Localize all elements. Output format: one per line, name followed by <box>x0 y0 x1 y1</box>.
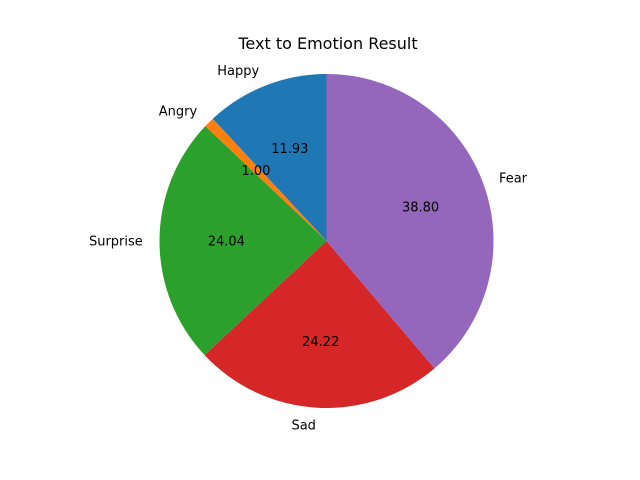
slice-label: Surprise <box>89 234 143 249</box>
chart-title: Text to Emotion Result <box>237 34 417 53</box>
pct-label: 1.00 <box>241 164 270 179</box>
pct-label: 24.04 <box>208 235 245 250</box>
slice-label: Happy <box>217 64 259 79</box>
slice-label: Sad <box>291 418 315 433</box>
slice-label: Fear <box>499 172 528 187</box>
pct-label: 24.22 <box>302 335 339 350</box>
pie-chart: Text to Emotion Result Happy 11.93 Angry 1.… <box>89 34 528 433</box>
pct-label: 38.80 <box>402 200 439 215</box>
slice-label: Angry <box>159 105 198 120</box>
pct-label: 11.93 <box>271 142 308 157</box>
